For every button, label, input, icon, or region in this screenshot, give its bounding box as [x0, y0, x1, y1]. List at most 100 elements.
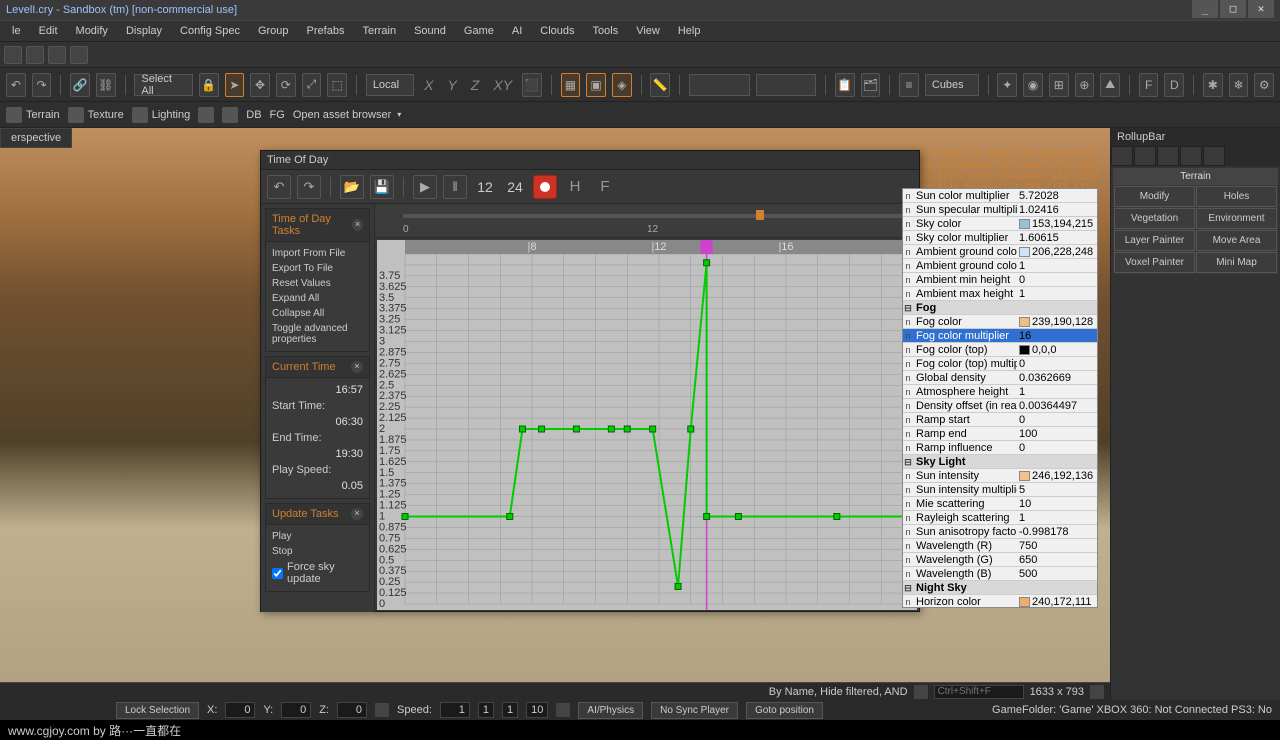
timeline[interactable]: 0 12 24 — [375, 204, 919, 238]
rollup-tab[interactable] — [1203, 146, 1225, 166]
open-asset-browser[interactable]: Open asset browser▾ — [293, 109, 401, 121]
db-button[interactable]: DB — [246, 109, 261, 121]
snap-angle-icon[interactable]: ▣ — [586, 73, 606, 97]
stop-task[interactable]: Stop — [272, 544, 363, 559]
tool-icon[interactable]: ✦ — [997, 73, 1017, 97]
rollup-move-area[interactable]: Move Area — [1196, 230, 1277, 251]
tool-icon[interactable]: ⛰ — [1100, 73, 1120, 97]
menu-sound[interactable]: Sound — [406, 22, 454, 40]
options-icon[interactable] — [1090, 685, 1104, 699]
menu-modify[interactable]: Modify — [68, 22, 116, 40]
rollup-tab[interactable] — [1111, 146, 1133, 166]
prop-row[interactable]: nAmbient ground color206,228,248 — [903, 245, 1097, 259]
tod-curtime-header[interactable]: Current Time× — [265, 356, 370, 378]
force-sky-checkbox[interactable]: Force sky update — [272, 559, 363, 587]
menu-help[interactable]: Help — [670, 22, 709, 40]
tool-icon[interactable]: ❄ — [1229, 73, 1249, 97]
prop-row[interactable]: nAmbient min height0 — [903, 273, 1097, 287]
prop-row[interactable]: nFog color (top) multiplier0 — [903, 357, 1097, 371]
frame-12[interactable]: 12 — [473, 175, 497, 199]
tod-task[interactable]: Import From File — [272, 246, 363, 261]
tool-icon[interactable]: 🗂 — [861, 73, 881, 97]
record-button[interactable] — [533, 175, 557, 199]
menu-config-spec[interactable]: Config Spec — [172, 22, 248, 40]
menu-clouds[interactable]: Clouds — [532, 22, 582, 40]
tod-tasks-header[interactable]: Time of Day Tasks× — [265, 208, 370, 242]
f-icon[interactable]: F — [1139, 73, 1159, 97]
select-all-combo[interactable]: Select All — [134, 74, 192, 96]
menu-edit[interactable]: Edit — [31, 22, 66, 40]
prop-row[interactable]: nSky color multiplier1.60615 — [903, 231, 1097, 245]
lock-selection-button[interactable]: Lock Selection — [116, 702, 199, 719]
no-sync-button[interactable]: No Sync Player — [651, 702, 738, 719]
tod-task[interactable]: Toggle advanced properties — [272, 321, 363, 347]
cubes-combo[interactable]: Cubes — [925, 74, 979, 96]
play-icon[interactable]: ▶ — [413, 175, 437, 199]
prop-row[interactable]: nSun anisotropy factor-0.998178 — [903, 525, 1097, 539]
menu-terrain[interactable]: Terrain — [354, 22, 404, 40]
terrain-panel-button[interactable]: Terrain — [6, 107, 60, 123]
tool-icon[interactable]: ◉ — [1023, 73, 1043, 97]
h-button[interactable]: H — [563, 175, 587, 199]
pause-icon[interactable]: ‖ — [443, 175, 467, 199]
rollup-mini-map[interactable]: Mini Map — [1196, 252, 1277, 273]
rollup-tab[interactable] — [1157, 146, 1179, 166]
prop-row[interactable]: nMie scattering10 — [903, 497, 1097, 511]
toolbar-icon[interactable] — [26, 46, 44, 64]
menu-le[interactable]: le — [4, 22, 29, 40]
prop-row[interactable]: nAtmosphere height1 — [903, 385, 1097, 399]
speed-field[interactable]: 1 — [440, 702, 470, 718]
prop-row[interactable]: nFog color (top)0,0,0 — [903, 343, 1097, 357]
ai-physics-button[interactable]: AI/Physics — [578, 702, 643, 719]
ruler-icon[interactable]: 📏 — [650, 73, 670, 97]
prop-row[interactable]: nSun intensity246,192,136 — [903, 469, 1097, 483]
rotate-tool[interactable]: ⟳ — [276, 73, 296, 97]
curve-editor[interactable]: 00.1250.250.3750.50.6250.750.87511.1251.… — [377, 240, 917, 610]
gear-icon[interactable]: ⚙ — [1254, 73, 1274, 97]
play-task[interactable]: Play — [272, 529, 363, 544]
rollup-environment[interactable]: Environment — [1196, 208, 1277, 229]
undo-icon[interactable]: ↶ — [6, 73, 26, 97]
axis-xy[interactable]: XY — [489, 77, 516, 93]
prop-row[interactable]: nAmbient max height1 — [903, 287, 1097, 301]
speed-1[interactable]: 1 — [478, 702, 494, 718]
layers-icon[interactable]: ≡ — [899, 73, 919, 97]
prop-row[interactable]: nWavelength (R)750 — [903, 539, 1097, 553]
menu-display[interactable]: Display — [118, 22, 170, 40]
timeline-playhead[interactable] — [756, 210, 764, 220]
rollup-section-header[interactable]: Terrain — [1113, 168, 1278, 185]
prop-row[interactable]: nSun intensity multiplier5 — [903, 483, 1097, 497]
menu-group[interactable]: Group — [250, 22, 297, 40]
filter-combo-2[interactable] — [756, 74, 817, 96]
properties-panel[interactable]: nSun color multiplier5.72028nSun specula… — [902, 188, 1098, 608]
prop-row[interactable]: ⊟Sky Light — [903, 455, 1097, 469]
prop-row[interactable]: nSun color multiplier5.72028 — [903, 189, 1097, 203]
prop-row[interactable]: nRayleigh scattering1 — [903, 511, 1097, 525]
menu-prefabs[interactable]: Prefabs — [299, 22, 353, 40]
snap-grid-icon[interactable]: ▦ — [561, 73, 581, 97]
fg-button[interactable]: FG — [270, 109, 285, 121]
perspective-tab[interactable]: erspective — [0, 128, 72, 148]
tod-title[interactable]: Time Of Day — [261, 151, 919, 170]
menu-tools[interactable]: Tools — [585, 22, 627, 40]
link-icon[interactable]: 🔗 — [70, 73, 90, 97]
axis-z[interactable]: Z — [467, 77, 484, 93]
open-icon[interactable]: 📂 — [340, 175, 364, 199]
rollup-layer-painter[interactable]: Layer Painter — [1114, 230, 1195, 251]
axis-y[interactable]: Y — [443, 77, 460, 93]
snap-vertex-icon[interactable]: ◈ — [612, 73, 632, 97]
tod-update-header[interactable]: Update Tasks× — [265, 503, 370, 525]
select-tool[interactable]: ➤ — [225, 73, 245, 97]
speed-2[interactable]: 1 — [502, 702, 518, 718]
space-combo[interactable]: Local — [366, 74, 414, 96]
prop-row[interactable]: ⊟Night Sky — [903, 581, 1097, 595]
toolbar-icon[interactable] — [48, 46, 66, 64]
prop-row[interactable]: nSky color153,194,215 — [903, 217, 1097, 231]
filter-combo[interactable] — [689, 74, 750, 96]
prop-row[interactable]: nHorizon color240,172,111 — [903, 595, 1097, 608]
scale-tool[interactable]: ⤢ — [302, 73, 322, 97]
search-input[interactable] — [934, 685, 1024, 699]
toolbar-icon[interactable] — [4, 46, 22, 64]
tod-task[interactable]: Collapse All — [272, 306, 363, 321]
redo-icon[interactable]: ↷ — [32, 73, 52, 97]
